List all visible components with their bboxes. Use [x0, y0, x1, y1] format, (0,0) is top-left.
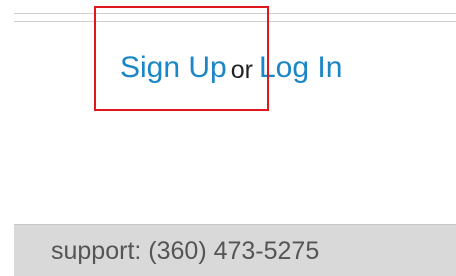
support-footer: support: (360) 473-5275	[14, 224, 456, 276]
log-in-link[interactable]: Log In	[259, 51, 342, 85]
or-label: or	[230, 55, 253, 84]
sign-up-link[interactable]: Sign Up	[120, 51, 227, 85]
support-phone-text: support: (360) 473-5275	[51, 237, 320, 265]
auth-links: Sign Up or Log In	[120, 38, 342, 98]
top-divider	[14, 13, 456, 22]
